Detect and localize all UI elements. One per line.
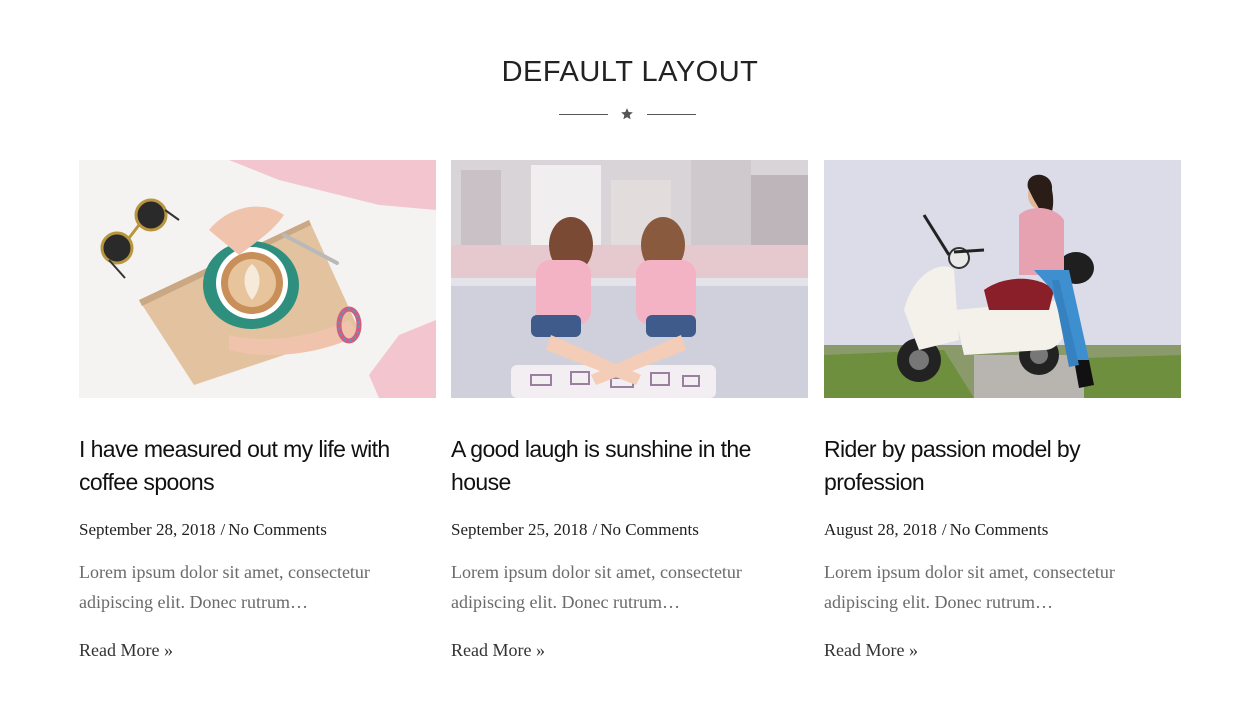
post-meta: August 28, 2018/No Comments [824, 520, 1181, 540]
post-card: A good laugh is sunshine in the house Se… [451, 160, 808, 661]
post-date[interactable]: September 28, 2018 [79, 520, 215, 539]
post-title[interactable]: I have measured out my life with coffee … [79, 433, 436, 499]
post-date[interactable]: August 28, 2018 [824, 520, 937, 539]
read-more-link[interactable]: Read More » [451, 640, 545, 661]
post-card: Rider by passion model by profession Aug… [824, 160, 1181, 661]
post-thumbnail[interactable] [79, 160, 436, 398]
scooter-photo [824, 160, 1181, 398]
read-more-link[interactable]: Read More » [824, 640, 918, 661]
divider-line-left [559, 114, 608, 115]
post-thumbnail[interactable] [824, 160, 1181, 398]
title-divider [0, 104, 1260, 124]
meta-separator: / [941, 520, 947, 539]
post-card: I have measured out my life with coffee … [79, 160, 436, 661]
post-title[interactable]: Rider by passion model by profession [824, 433, 1181, 499]
read-more-link[interactable]: Read More » [79, 640, 173, 661]
comments-link[interactable]: No Comments [600, 520, 699, 539]
coffee-photo [79, 160, 436, 398]
post-meta: September 25, 2018 /No Comments [451, 520, 808, 540]
post-meta: September 28, 2018 /No Comments [79, 520, 436, 540]
post-excerpt: Lorem ipsum dolor sit amet, consectetur … [451, 562, 742, 612]
star-icon [621, 108, 633, 120]
post-title[interactable]: A good laugh is sunshine in the house [451, 433, 808, 499]
meta-separator: / [220, 520, 226, 539]
comments-link[interactable]: No Comments [228, 520, 327, 539]
post-date[interactable]: September 25, 2018 [451, 520, 587, 539]
friends-photo [451, 160, 808, 398]
comments-link[interactable]: No Comments [950, 520, 1049, 539]
meta-separator: / [592, 520, 598, 539]
post-excerpt: Lorem ipsum dolor sit amet, consectetur … [824, 562, 1115, 612]
divider-line-right [647, 114, 696, 115]
section-title: DEFAULT LAYOUT [501, 56, 759, 88]
post-excerpt: Lorem ipsum dolor sit amet, consectetur … [79, 562, 370, 612]
post-thumbnail[interactable] [451, 160, 808, 398]
